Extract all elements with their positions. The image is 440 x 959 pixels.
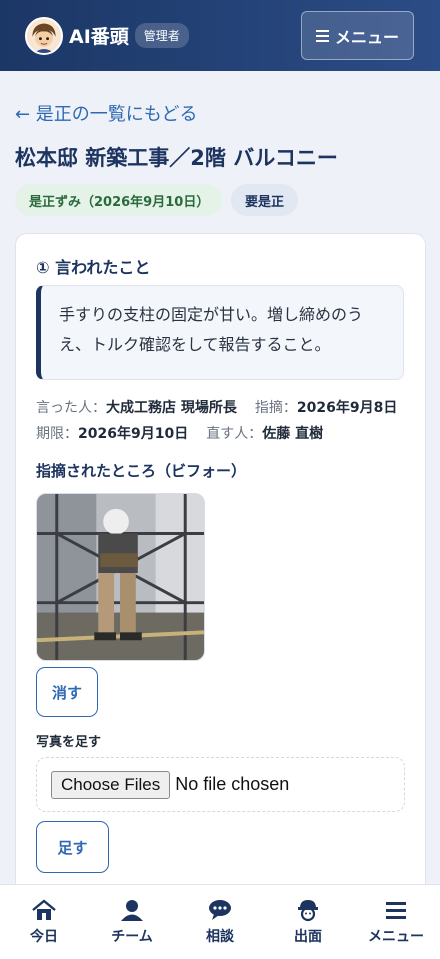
chat-bubble-icon [209, 900, 231, 920]
status-badge-done: 是正ずみ（2026年9月10日） [15, 184, 224, 216]
pointed-label: 指摘： [254, 400, 297, 416]
hamburger-icon [386, 902, 406, 919]
said-by-value: 大成工務店 現場所長 [106, 400, 237, 416]
fixer-value: 佐藤 直樹 [262, 426, 324, 442]
nav-item-team[interactable]: チーム [88, 885, 176, 959]
hamburger-icon [315, 27, 329, 45]
app-title: AI番頭 [69, 26, 129, 48]
file-status-text: No file chosen [175, 774, 290, 794]
nav-item-attendance[interactable]: 出面 [264, 885, 352, 959]
app-header: AI番頭 管理者 メニュー [0, 0, 440, 71]
role-badge: 管理者 [134, 23, 189, 48]
correction-card: ① 言われたこと 手すりの支柱の固定が甘い。増し締めのうえ、トルク確認をして報告… [15, 233, 426, 913]
nav-item-consult[interactable]: 相談 [176, 885, 264, 959]
deadline-value: 2026年9月10日 [78, 426, 189, 442]
bottom-nav: 今日 チーム 相談 出面 メニュー [0, 884, 440, 959]
add-photo-button[interactable]: 足す [36, 821, 109, 873]
nav-item-menu[interactable]: メニュー [352, 885, 440, 959]
before-photo-title: 指摘されたところ（ビフォー） [36, 462, 247, 480]
deadline-label: 期限： [36, 426, 78, 442]
nav-label-menu: メニュー [368, 929, 424, 945]
instruction-section-title: ① 言われたこと [36, 258, 151, 277]
add-photo-label: 写真を足す [36, 735, 102, 750]
worker-helmet-icon [298, 900, 318, 922]
meta-row-1: 言った人：大成工務店 現場所長 指摘：2026年9月8日 [36, 397, 397, 417]
file-drop-zone[interactable]: Choose Files No file chosen [36, 757, 405, 812]
page-title: 松本邸 新築工事／2階 バルコニー [15, 146, 338, 170]
status-badge-need: 要是正 [231, 184, 299, 216]
nav-item-today[interactable]: 今日 [0, 885, 88, 959]
home-icon [32, 899, 56, 920]
choose-files-button[interactable]: Choose Files [51, 770, 171, 799]
pointed-date: 2026年9月8日 [296, 400, 398, 416]
delete-photo-button[interactable]: 消す [36, 667, 98, 717]
menu-button-label: メニュー [334, 27, 399, 47]
user-icon [121, 900, 143, 921]
menu-button[interactable]: メニュー [301, 11, 414, 60]
said-by-label: 言った人： [36, 400, 106, 416]
before-photo[interactable] [36, 493, 205, 661]
fixer-label: 直す人： [206, 426, 263, 442]
instruction-quote: 手すりの支柱の固定が甘い。増し締めのうえ、トルク確認をして報告すること。 [36, 285, 404, 380]
nav-label-consult: 相談 [206, 929, 234, 945]
nav-label-today: 今日 [30, 929, 58, 945]
back-to-list-link[interactable]: ← 是正の一覧にもどる [15, 100, 197, 126]
meta-row-2: 期限：2026年9月10日 直す人：佐藤 直樹 [36, 423, 323, 443]
nav-label-team: チーム [111, 929, 153, 945]
nav-label-attendance: 出面 [294, 929, 322, 945]
avatar [25, 16, 63, 55]
